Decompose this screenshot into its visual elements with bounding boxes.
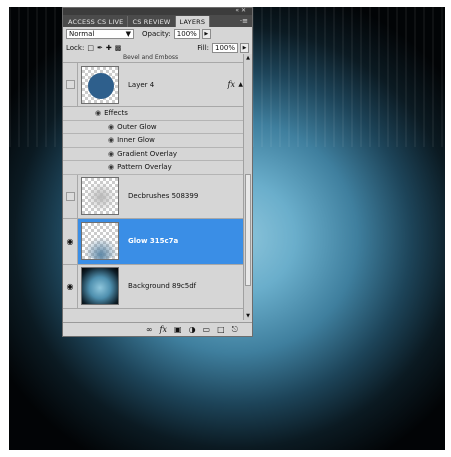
blend-mode-value: Normal	[69, 30, 95, 38]
effects-label: Effects	[104, 109, 128, 118]
visibility-toggle[interactable]: ◉	[63, 264, 78, 308]
link-icon[interactable]: ∞	[146, 325, 153, 334]
layer-name[interactable]: Glow 315c7a	[128, 237, 178, 245]
effect-bevel-emboss[interactable]: Bevel and Emboss	[63, 54, 245, 63]
eye-icon[interactable]: ◉	[108, 163, 114, 171]
panel-titlebar[interactable]: « ✕	[63, 7, 252, 15]
visibility-toggle[interactable]	[63, 63, 78, 106]
blend-mode-select[interactable]: Normal ▼	[66, 29, 134, 39]
lock-row: Lock: □ ✒ ✚ ▩ Fill: 100% ▶	[63, 41, 252, 54]
effects-header[interactable]: ◉ Effects	[63, 107, 245, 121]
layer-name[interactable]: Layer 4	[128, 81, 154, 89]
scroll-thumb[interactable]	[245, 174, 251, 286]
effect-pattern-overlay[interactable]: ◉ Pattern Overlay	[63, 161, 245, 175]
lock-label: Lock:	[66, 43, 85, 52]
layers-scrollbar[interactable]: ▲ ▼	[243, 54, 252, 320]
layer-name[interactable]: Background 89c5df	[128, 282, 196, 290]
tab-access-cs-live[interactable]: ACCESS CS LIVE	[64, 16, 129, 27]
visibility-off-icon	[65, 191, 75, 201]
fx-icon[interactable]: fx	[160, 325, 167, 334]
effect-inner-glow[interactable]: ◉ Inner Glow	[63, 134, 245, 148]
blend-row: Normal ▼ Opacity: 100% ▶	[63, 27, 252, 41]
adjustment-icon[interactable]: ◑	[189, 325, 196, 334]
visibility-toggle[interactable]: ◉	[63, 218, 78, 264]
opacity-label: Opacity:	[142, 30, 171, 38]
layers-footer: ∞ fx ▣ ◑ ▭ □ ⎋	[63, 322, 252, 336]
fill-slider-button[interactable]: ▶	[240, 42, 249, 53]
layer-row-glow[interactable]: ◉ Glow 315c7a	[63, 218, 245, 265]
eye-icon: ◉	[66, 236, 74, 246]
layers-list: Bevel and Emboss Layer 4 fx ▲ ◉ Effects …	[63, 54, 245, 320]
group-icon[interactable]: ▭	[203, 325, 211, 334]
layers-panel: « ✕ ACCESS CS LIVE CS REVIEW LAYERS ·≡ N…	[62, 7, 253, 337]
lock-brush-icon[interactable]: ✒	[97, 44, 103, 52]
eye-icon[interactable]: ◉	[108, 123, 114, 131]
fill-input[interactable]: 100%	[212, 42, 238, 53]
layer-row-layer4[interactable]: Layer 4 fx ▲	[63, 63, 245, 107]
opacity-input[interactable]: 100%	[173, 29, 200, 39]
circle-thumbnail-icon	[88, 72, 114, 99]
effect-label: Gradient Overlay	[117, 149, 178, 158]
chevron-down-icon: ▼	[125, 30, 131, 38]
effect-gradient-overlay[interactable]: ◉ Gradient Overlay	[63, 148, 245, 161]
panel-tabs: ACCESS CS LIVE CS REVIEW LAYERS ·≡	[63, 15, 252, 27]
fill-group: Fill: 100% ▶	[197, 42, 249, 53]
eye-icon[interactable]: ◉	[108, 150, 114, 158]
effect-outer-glow[interactable]: ◉ Outer Glow	[63, 121, 245, 134]
fill-label: Fill:	[197, 43, 209, 52]
panel-menu-icon[interactable]: ·≡	[236, 17, 252, 27]
fx-icon[interactable]: fx	[228, 80, 235, 89]
eye-icon[interactable]: ◉	[108, 136, 114, 144]
layer-thumbnail	[81, 222, 119, 260]
opacity-slider-button[interactable]: ▶	[201, 29, 211, 39]
eye-icon: ◉	[66, 281, 74, 291]
brush-thumbnail-icon	[86, 182, 116, 212]
mask-icon[interactable]: ▣	[174, 325, 182, 334]
eye-icon[interactable]: ◉	[95, 109, 101, 117]
panel-collapse-close[interactable]: « ✕	[235, 7, 246, 14]
layer-name[interactable]: Decbrushes 508399	[128, 192, 198, 200]
layer-row-background[interactable]: ◉ Background 89c5df	[63, 264, 245, 309]
lock-transparent-icon[interactable]: □	[87, 44, 94, 52]
lock-all-icon[interactable]: ▩	[115, 44, 122, 52]
lock-move-icon[interactable]: ✚	[106, 44, 112, 52]
effect-label: Pattern Overlay	[117, 163, 172, 172]
new-layer-icon[interactable]: □	[217, 325, 225, 334]
layer-row-decbrushes[interactable]: Decbrushes 508399	[63, 174, 245, 219]
scroll-up-icon[interactable]: ▲	[244, 54, 252, 62]
trash-icon[interactable]: ⎋	[232, 325, 238, 335]
effect-label: Outer Glow	[117, 122, 157, 131]
scroll-down-icon[interactable]: ▼	[244, 312, 252, 320]
glow-thumbnail-icon	[84, 237, 118, 259]
visibility-toggle[interactable]	[63, 174, 78, 218]
layer-thumbnail	[81, 267, 119, 305]
effect-label: Inner Glow	[117, 136, 155, 145]
layer-thumbnail	[81, 177, 119, 215]
visibility-off-icon	[65, 80, 75, 89]
layer-thumbnail	[81, 65, 119, 104]
tab-layers[interactable]: LAYERS	[175, 16, 211, 27]
tab-cs-review[interactable]: CS REVIEW	[128, 16, 176, 27]
